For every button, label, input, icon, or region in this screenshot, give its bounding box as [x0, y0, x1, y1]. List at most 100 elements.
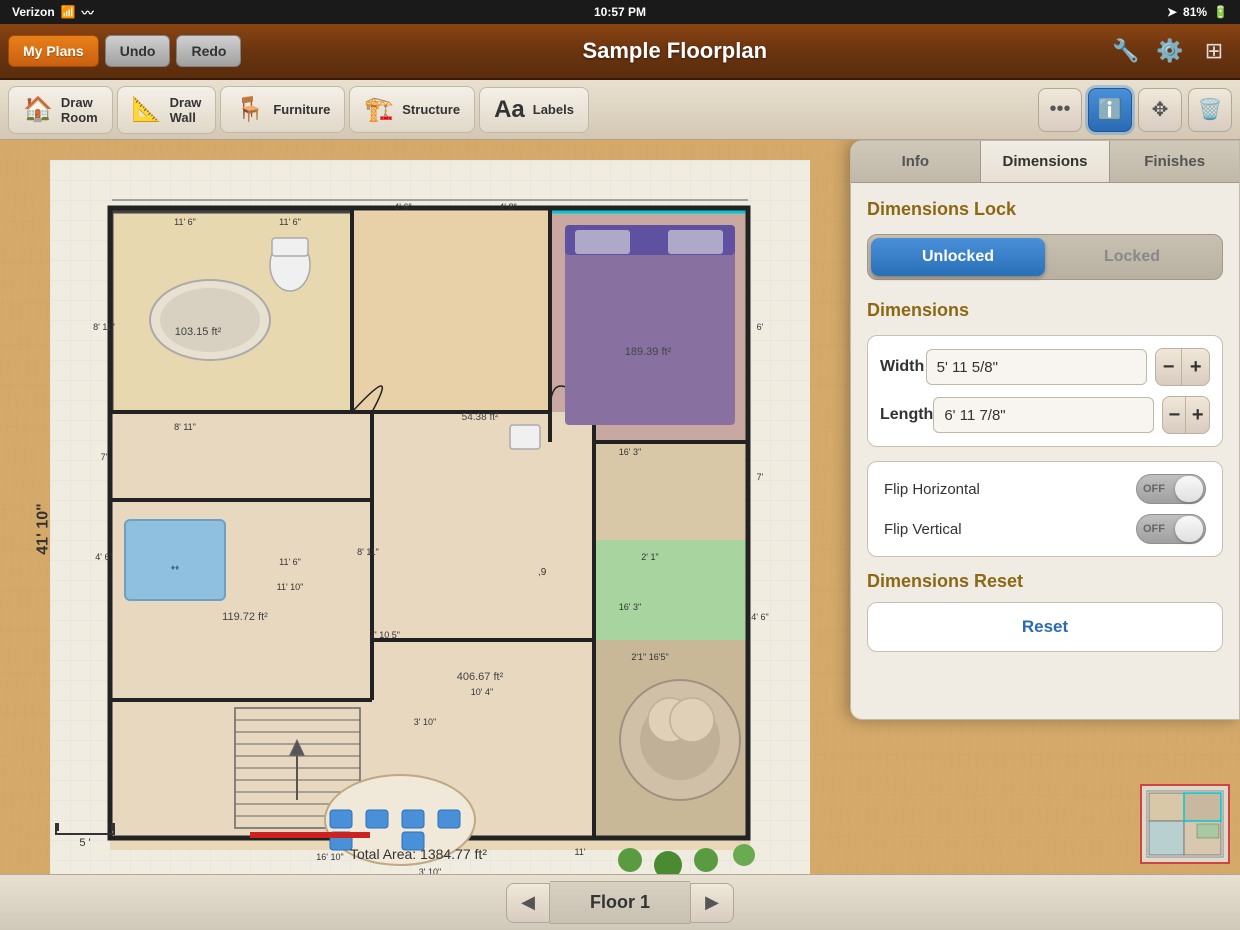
flip-horizontal-off-text: OFF [1143, 483, 1165, 495]
furniture-button[interactable]: 🪑 Furniture [220, 86, 345, 133]
svg-text:3' 10": 3' 10" [414, 717, 436, 727]
unlocked-option[interactable]: Unlocked [871, 238, 1045, 276]
battery-icon: 🔋 [1213, 5, 1228, 19]
scale-text: 5 ' [79, 837, 90, 849]
svg-text:16' 10": 16' 10" [316, 852, 343, 862]
dimensions-lock-title: Dimensions Lock [867, 199, 1223, 220]
undo-button[interactable]: Undo [105, 35, 171, 67]
dimensions-title: Dimensions [867, 300, 1223, 321]
wifi-icon: 〰 [82, 4, 94, 21]
redo-button[interactable]: Redo [176, 35, 241, 67]
status-right: ➤ 81% 🔋 [1167, 5, 1228, 19]
flip-vertical-row: Flip Vertical OFF [884, 514, 1206, 544]
svg-text:2' 1": 2' 1" [641, 552, 658, 562]
draw-room-label: DrawRoom [61, 95, 98, 125]
time-display: 10:57 PM [594, 5, 646, 19]
locked-option[interactable]: Locked [1045, 238, 1219, 276]
properties-panel: Info Dimensions Finishes Dimensions Lock… [850, 140, 1240, 720]
reset-section: Dimensions Reset Reset [867, 571, 1223, 652]
svg-text:4' 8": 4' 8" [499, 202, 516, 212]
svg-text:8' 11": 8' 11" [93, 322, 115, 332]
svg-text:189.39 ft²: 189.39 ft² [625, 346, 672, 358]
dimensions-inputs: Width − + Length − + [867, 335, 1223, 447]
length-row: Length − + [880, 396, 1210, 434]
svg-text:11' 10": 11' 10" [277, 582, 304, 592]
floorplan-title: Sample Floorplan [582, 38, 767, 64]
width-label: Width [880, 358, 926, 376]
floor-navigation: ◀ Floor 1 ▶ [506, 881, 734, 924]
reset-button[interactable]: Reset [867, 602, 1223, 652]
flip-vertical-toggle[interactable]: OFF [1136, 514, 1206, 544]
toolbar-center: Sample Floorplan [247, 38, 1102, 64]
status-left: Verizon 📶 〰 [12, 4, 94, 21]
structure-button[interactable]: 🏗️ Structure [349, 86, 475, 133]
delete-button[interactable]: 🗑️ [1188, 88, 1232, 132]
svg-text:7': 7' [757, 472, 764, 482]
move-button[interactable]: ✥ [1138, 88, 1182, 132]
width-input[interactable] [926, 349, 1147, 385]
width-decrease-button[interactable]: − [1156, 349, 1183, 385]
tab-dimensions[interactable]: Dimensions [981, 141, 1111, 182]
svg-text:119.72 ft²: 119.72 ft² [222, 611, 268, 623]
svg-text:♦♦: ♦♦ [171, 563, 179, 572]
tab-info[interactable]: Info [851, 141, 981, 182]
svg-text:16' 3": 16' 3" [619, 602, 641, 612]
carrier-text: Verizon [12, 5, 55, 19]
flip-horizontal-label: Flip Horizontal [884, 481, 980, 498]
svg-text:7' 10 5": 7' 10 5" [370, 630, 400, 640]
info-panel-button[interactable]: ℹ️ [1088, 88, 1132, 132]
signal-icon: 📶 [61, 5, 76, 19]
structure-label: Structure [402, 102, 460, 117]
panel-tabs: Info Dimensions Finishes [851, 141, 1239, 183]
tab-finishes[interactable]: Finishes [1110, 141, 1239, 182]
svg-text:8' 11": 8' 11" [357, 547, 379, 557]
status-bar: Verizon 📶 〰 10:57 PM ➤ 81% 🔋 [0, 0, 1240, 24]
flip-horizontal-toggle[interactable]: OFF [1136, 474, 1206, 504]
prev-floor-button[interactable]: ◀ [506, 883, 550, 923]
wrench-icon[interactable]: 🔧 [1108, 33, 1144, 69]
furniture-label: Furniture [273, 102, 330, 117]
svg-text:6': 6' [757, 322, 764, 332]
floorplan-drawing[interactable]: ♦♦ 103.15 ft² 189.39 f [50, 160, 810, 874]
my-plans-button[interactable]: My Plans [8, 35, 99, 67]
length-label: Length [880, 406, 933, 424]
svg-text:10' 4": 10' 4" [471, 687, 493, 697]
length-decrease-button[interactable]: − [1163, 397, 1186, 433]
length-input[interactable] [933, 397, 1154, 433]
svg-text:4' 6": 4' 6" [394, 202, 411, 212]
battery-text: 81% [1183, 5, 1207, 19]
svg-text:16' 3": 16' 3" [619, 447, 641, 457]
svg-text:,9: ,9 [538, 567, 547, 578]
flip-vertical-knob [1175, 516, 1203, 542]
more-options-button[interactable]: ••• [1038, 88, 1082, 132]
lock-toggle-group: Unlocked Locked [867, 234, 1223, 280]
toolbar-right: 🔧 ⚙️ ⊞ [1108, 33, 1232, 69]
settings-icon[interactable]: ⚙️ [1152, 33, 1188, 69]
svg-text:3' 10": 3' 10" [419, 867, 441, 874]
nav-icon: ➤ [1167, 5, 1177, 19]
scale-bar: 5 ' [55, 823, 115, 849]
panel-content: Dimensions Lock Unlocked Locked Dimensio… [851, 183, 1239, 668]
main-canvas-area: 41' 9" 41' 10" [0, 140, 1240, 874]
svg-text:54.38 ft²: 54.38 ft² [462, 412, 499, 423]
svg-text:11' 6": 11' 6" [174, 217, 196, 227]
total-area-label: Total Area: 1384.77 ft² [350, 846, 487, 862]
width-increase-button[interactable]: + [1182, 349, 1209, 385]
draw-room-button[interactable]: 🏠 DrawRoom [8, 86, 113, 134]
furniture-icon: 🪑 [235, 95, 265, 124]
labels-button[interactable]: Aa Labels [479, 87, 589, 133]
export-icon[interactable]: ⊞ [1196, 33, 1232, 69]
minimap[interactable] [1140, 784, 1230, 864]
draw-wall-button[interactable]: 📐 DrawWall [117, 86, 217, 134]
svg-text:11' 6": 11' 6" [279, 557, 301, 567]
svg-text:103.15 ft²: 103.15 ft² [175, 326, 222, 338]
bottom-navigation-bar: ◀ Floor 1 ▶ [0, 874, 1240, 930]
status-center: 10:57 PM [594, 5, 646, 19]
next-floor-button[interactable]: ▶ [690, 883, 734, 923]
flip-vertical-off-text: OFF [1143, 523, 1165, 535]
reset-title: Dimensions Reset [867, 571, 1223, 592]
flip-section: Flip Horizontal OFF Flip Vertical OFF [867, 461, 1223, 557]
tool-row: 🏠 DrawRoom 📐 DrawWall 🪑 Furniture 🏗️ Str… [0, 80, 1240, 140]
svg-text:7': 7' [101, 452, 108, 462]
length-increase-button[interactable]: + [1186, 397, 1209, 433]
